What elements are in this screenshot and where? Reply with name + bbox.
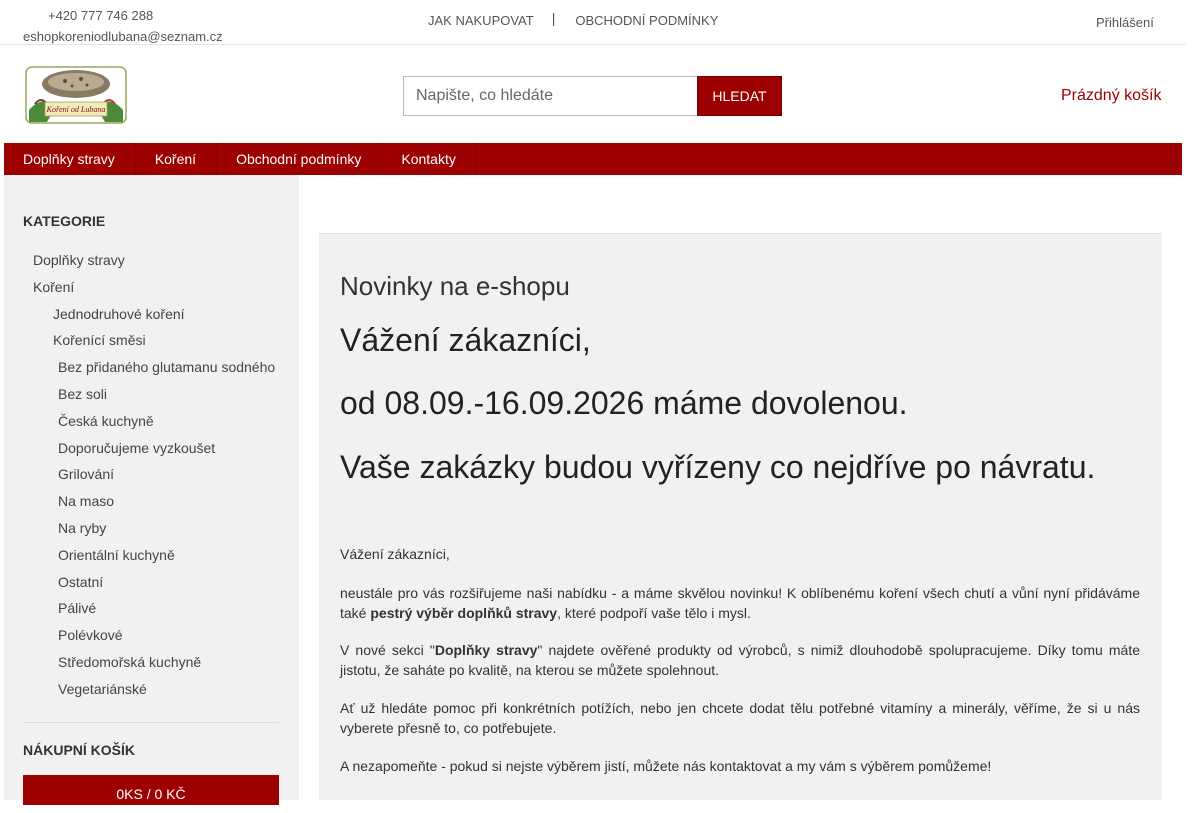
nav-item-terms[interactable]: Obchodní podmínky [217,143,383,175]
category-item[interactable]: Kořenící směsi [4,327,299,354]
top-links-separator: | [551,10,556,26]
paragraph-4: A nezapomeňte - pokud si nejste výběrem … [340,758,992,774]
category-item[interactable]: Grilování [4,461,299,488]
main-content: Novinky na e-shopu Vážení zákazníci, od … [319,234,1162,800]
nav-item-spices[interactable]: Koření [136,143,218,175]
logo-image: Koření od Lubana [25,66,127,124]
email-address[interactable]: eshopkoreniodlubana@seznam.cz [23,26,223,47]
category-list: Doplňky stravy Koření Jednodruhové koření K… [4,247,299,703]
category-item[interactable]: Vegetariánské [4,676,299,703]
top-links: JAK NAKUPOVAT | OBCHODNÍ PODMÍNKY [428,10,718,28]
paragraph-1: neustále pro vás rozšiřujeme naši nabídk… [340,585,1140,621]
notice-headline-2: od 08.09.-16.09.2026 máme dovolenou. [340,385,908,421]
login-link[interactable]: Přihlášení [1096,15,1154,30]
categories-title: KATEGORIE [23,213,106,229]
category-item[interactable]: Bez soli [4,381,299,408]
paragraph-2: V nové sekci "Doplňky stravy" najdete ov… [340,642,1140,678]
category-item[interactable]: Doporučujeme vyzkoušet [4,435,299,462]
site-logo[interactable]: Koření od Lubana [25,66,127,124]
category-item[interactable]: Pálivé [4,595,299,622]
cart-title: NÁKUPNÍ KOŠÍK [23,742,136,758]
logo-wordmark: Koření od Lubana [46,105,106,114]
highlight-section-name: Doplňky stravy [434,642,538,658]
search-button[interactable]: HLEDAT [697,76,782,116]
category-item[interactable]: Bez přidaného glutamanu sodného [4,354,299,381]
page-title: Novinky na e-shopu [340,271,570,301]
nav-item-contacts[interactable]: Kontakty [382,143,477,175]
sidebar: KATEGORIE Doplňky stravy Koření Jednodruho… [4,175,299,805]
category-item[interactable]: Na maso [4,488,299,515]
greeting-text: Vážení zákazníci, [340,546,450,562]
header-cart-link[interactable]: Prázdný košík [1061,87,1161,105]
category-item[interactable]: Na ryby [4,515,299,542]
category-item[interactable]: Koření [4,274,299,301]
sidebar-cart-summary[interactable]: 0KS / 0 KČ [23,775,279,805]
link-terms[interactable]: OBCHODNÍ PODMÍNKY [575,13,718,28]
category-item[interactable]: Ostatní [4,569,299,596]
contact-info: +420 777 746 288 eshopkoreniodlubana@sez… [23,5,223,47]
category-item[interactable]: Polévkové [4,622,299,649]
sidebar-divider [23,722,279,723]
nav-item-supplements[interactable]: Doplňky stravy [4,143,136,175]
category-item[interactable]: Středomořská kuchyně [4,649,299,676]
search-form: HLEDAT [403,76,782,116]
notice-headline-3: Vaše zakázky budou vyřízeny co nejdříve … [340,449,1096,485]
link-how-to-shop[interactable]: JAK NAKUPOVAT [428,13,534,28]
top-bar: +420 777 746 288 eshopkoreniodlubana@sez… [0,0,1186,45]
category-item[interactable]: Jednodruhové koření [4,301,299,328]
highlight-supplements: pestrý výběr doplňků stravy [370,604,558,621]
main-nav: Doplňky stravy Koření Obchodní podmínky … [4,143,1182,175]
search-input[interactable] [403,76,697,116]
notice-headline-1: Vážení zákazníci, [340,322,591,358]
category-item[interactable]: Česká kuchyně [4,408,299,435]
category-item[interactable]: Doplňky stravy [4,247,299,274]
category-item[interactable]: Orientální kuchyně [4,542,299,569]
phone-number[interactable]: +420 777 746 288 [23,5,223,26]
paragraph-3: Ať už hledáte pomoc při konkrétních potí… [340,700,1140,736]
